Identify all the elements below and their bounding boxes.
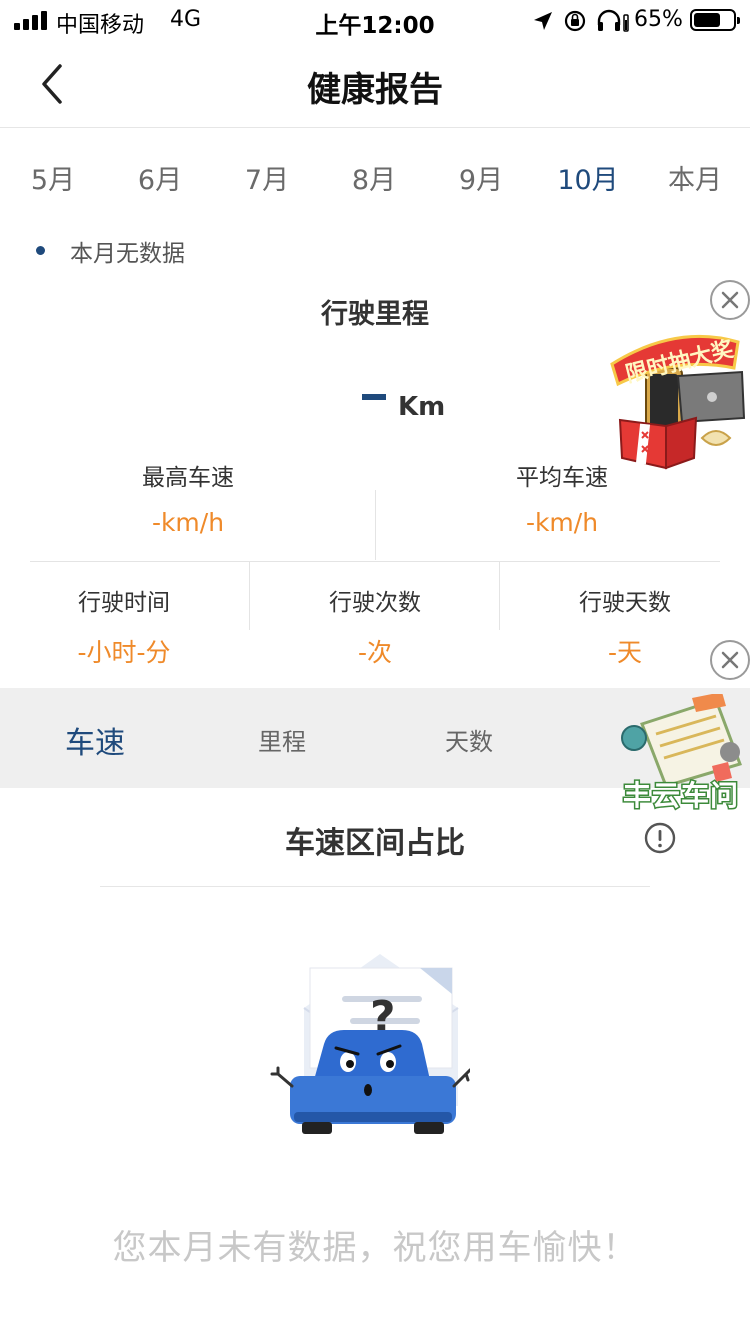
drive-time-label: 行驶时间: [78, 590, 170, 616]
confused-car-icon: ?: [270, 954, 472, 1134]
close-promo-button[interactable]: [710, 280, 750, 320]
status-bar: 中国移动 4G 上午12:00 65%: [0, 0, 750, 40]
max-speed-value: -km/h: [151, 508, 225, 537]
battery-percent: 65%: [634, 7, 683, 32]
tab-month[interactable]: 6月: [115, 158, 205, 197]
close-icon: [721, 651, 739, 669]
chart-title: 车速区间占比: [285, 826, 465, 861]
chart-divider: [100, 886, 650, 887]
empty-state-illustration: ?: [270, 950, 472, 1140]
tab-days[interactable]: 天数: [419, 722, 519, 757]
divider: [375, 490, 376, 560]
location-arrow-icon: [534, 12, 552, 30]
max-speed-label: 最高车速: [142, 465, 234, 491]
drive-count-value: -次: [357, 638, 393, 667]
divider: [30, 561, 720, 562]
no-data-text: 本月无数据: [70, 241, 185, 267]
tab-mileage[interactable]: 里程: [232, 722, 332, 757]
drive-days-label: 行驶天数: [579, 590, 671, 616]
info-button[interactable]: [644, 822, 676, 854]
tab-month[interactable]: 本月: [650, 158, 740, 197]
tab-month[interactable]: 5月: [8, 158, 98, 197]
tab-month-selected[interactable]: 10月: [543, 158, 633, 197]
page-title: 健康报告: [307, 70, 443, 110]
drive-time-value: -小时-分: [77, 638, 171, 667]
battery-icon: [690, 9, 740, 31]
drive-days-value: -天: [607, 638, 643, 667]
empty-state-message: 您本月未有数据，祝您用车愉快！: [112, 1228, 638, 1268]
mileage-placeholder-dash: [362, 394, 386, 400]
assistant-promo-text: 丰云车问: [621, 778, 739, 814]
close-icon: [721, 291, 739, 309]
nav-bar: 健康报告: [0, 40, 750, 128]
tab-speed[interactable]: 车速: [40, 718, 150, 762]
tab-month[interactable]: 8月: [329, 158, 419, 197]
divider: [249, 562, 250, 630]
mileage-title: 行驶里程: [321, 299, 429, 330]
bullet-dot: [36, 246, 45, 255]
assistant-promo[interactable]: 丰云车问: [612, 692, 750, 818]
info-icon: [644, 822, 676, 854]
tab-month[interactable]: 9月: [436, 158, 526, 197]
month-tabs: 5月 6月 7月 8月 9月 10月 本月: [0, 150, 750, 210]
drive-count-label: 行驶次数: [329, 590, 421, 616]
rotation-lock-icon: [564, 10, 586, 32]
mileage-unit: Km: [398, 392, 446, 422]
headphones-icon: [597, 9, 629, 32]
close-assistant-button[interactable]: [710, 640, 750, 680]
divider: [499, 562, 500, 630]
lottery-promo[interactable]: 限时抽大奖: [606, 328, 750, 476]
avg-speed-value: -km/h: [525, 508, 599, 537]
tab-month[interactable]: 7月: [222, 158, 312, 197]
